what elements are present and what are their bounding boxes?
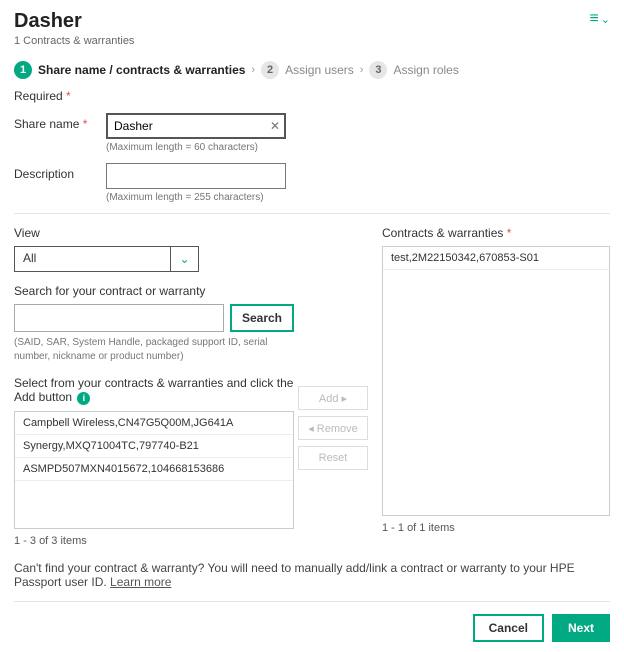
- step-1-label: Share name / contracts & warranties: [38, 63, 245, 77]
- share-name-row: Share name * ✕ (Maximum length = 60 char…: [14, 113, 610, 153]
- search-label: Search for your contract or warranty: [14, 284, 294, 298]
- page-title: Dasher: [14, 10, 134, 33]
- divider: [14, 213, 610, 214]
- right-panel: Contracts & warranties * test,2M22150342…: [382, 226, 610, 547]
- available-list[interactable]: Campbell Wireless,CN47G5Q00M,JG641A Syne…: [14, 411, 294, 529]
- search-row: Search: [14, 304, 294, 332]
- description-row: Description (Maximum length = 255 charac…: [14, 163, 610, 203]
- add-button[interactable]: Add ▸: [298, 386, 368, 410]
- chevron-right-icon: ›: [251, 64, 255, 76]
- share-name-hint: (Maximum length = 60 characters): [106, 142, 286, 153]
- left-count: 1 - 3 of 3 items: [14, 535, 294, 547]
- transfer-buttons: Add ▸ ◂ Remove Reset: [298, 226, 368, 547]
- step-1-badge: 1: [14, 61, 32, 79]
- view-select[interactable]: All ⌄: [14, 246, 199, 272]
- description-label: Description: [14, 163, 106, 181]
- list-item[interactable]: Campbell Wireless,CN47G5Q00M,JG641A: [15, 412, 293, 435]
- share-name-label: Share name *: [14, 113, 106, 131]
- chevron-down-icon: ⌄: [601, 13, 610, 26]
- dual-list: View All ⌄ Search for your contract or w…: [14, 226, 610, 547]
- step-2-badge[interactable]: 2: [261, 61, 279, 79]
- list-item[interactable]: test,2M22150342,670853-S01: [383, 247, 609, 270]
- hamburger-icon: ≡: [589, 10, 598, 28]
- info-icon[interactable]: i: [77, 392, 90, 405]
- step-2-label[interactable]: Assign users: [285, 63, 354, 77]
- chevron-down-icon[interactable]: ⌄: [170, 247, 198, 271]
- right-count: 1 - 1 of 1 items: [382, 522, 610, 534]
- reset-button[interactable]: Reset: [298, 446, 368, 470]
- clear-icon[interactable]: ✕: [270, 119, 280, 133]
- left-panel: View All ⌄ Search for your contract or w…: [14, 226, 294, 547]
- required-asterisk: *: [66, 89, 71, 103]
- required-label: Required *: [14, 89, 610, 103]
- wizard-steps: 1 Share name / contracts & warranties › …: [14, 61, 610, 79]
- step-3-label[interactable]: Assign roles: [393, 63, 458, 77]
- description-hint: (Maximum length = 255 characters): [106, 192, 286, 203]
- remove-button[interactable]: ◂ Remove: [298, 416, 368, 440]
- list-item[interactable]: Synergy,MXQ71004TC,797740-B21: [15, 435, 293, 458]
- page-subtitle: 1 Contracts & warranties: [14, 35, 134, 47]
- view-value: All: [15, 247, 170, 271]
- footer-actions: Cancel Next: [14, 601, 610, 642]
- menu-button[interactable]: ≡ ⌄: [589, 10, 610, 28]
- view-label: View: [14, 226, 294, 240]
- list-item[interactable]: ASMPD507MXN4015672,104668153686: [15, 458, 293, 481]
- search-hint: (SAID, SAR, System Handle, packaged supp…: [14, 336, 294, 364]
- selected-list[interactable]: test,2M22150342,670853-S01: [382, 246, 610, 516]
- search-input[interactable]: [14, 304, 224, 332]
- learn-more-link[interactable]: Learn more: [110, 575, 171, 589]
- title-block: Dasher 1 Contracts & warranties: [14, 10, 134, 47]
- chevron-right-icon: ›: [360, 64, 364, 76]
- description-input[interactable]: [106, 163, 286, 189]
- select-label: Select from your contracts & warranties …: [14, 376, 294, 405]
- share-name-input[interactable]: [106, 113, 286, 139]
- search-button[interactable]: Search: [230, 304, 294, 332]
- page-header: Dasher 1 Contracts & warranties ≡ ⌄: [14, 10, 610, 47]
- selected-title: Contracts & warranties *: [382, 226, 610, 240]
- help-text: Can't find your contract & warranty? You…: [14, 561, 610, 589]
- step-3-badge[interactable]: 3: [369, 61, 387, 79]
